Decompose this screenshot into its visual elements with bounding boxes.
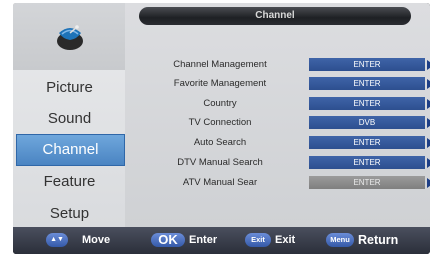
menu-row-country[interactable]: Country ENTER — [125, 94, 430, 113]
menu-row-dtv-manual-search[interactable]: DTV Manual Search ENTER — [125, 153, 430, 172]
footer-hints: ▲▼ Move OK Enter Exit Exit Menu Return — [13, 227, 430, 254]
sidebar-item-channel[interactable]: Channel — [16, 134, 125, 166]
enter-button[interactable]: ENTER — [309, 97, 425, 110]
right-arrow-icon — [427, 60, 430, 70]
sidebar-item-feature[interactable]: Feature — [16, 167, 123, 197]
right-arrow-icon — [427, 99, 430, 109]
right-arrow-icon — [427, 118, 430, 128]
enter-button[interactable]: ENTER — [309, 58, 425, 71]
sidebar-item-sound[interactable]: Sound — [16, 104, 123, 134]
right-arrow-icon — [427, 138, 430, 148]
move-hint-label: Move — [82, 234, 111, 246]
logo-area — [13, 3, 125, 70]
menu-row-channel-management[interactable]: Channel Management ENTER — [125, 55, 430, 74]
enter-hint-label: Enter — [189, 234, 218, 246]
right-arrow-icon — [427, 178, 430, 188]
menu-row-atv-manual-search[interactable]: ATV Manual Sear ENTER — [125, 173, 430, 192]
menu-row-tv-connection[interactable]: TV Connection DVB — [125, 113, 430, 132]
move-key-icon: ▲▼ — [46, 233, 68, 247]
satellite-dish-icon — [57, 25, 83, 50]
sidebar-item-picture[interactable]: Picture — [16, 73, 123, 103]
row-label: ATV Manual Sear — [182, 177, 258, 188]
exit-key-icon: Exit — [245, 233, 271, 247]
return-hint-label: Return — [358, 233, 399, 247]
sidebar: Picture Sound Channel Feature Setup — [13, 3, 125, 227]
exit-hint-label: Exit — [275, 234, 296, 246]
sidebar-item-setup[interactable]: Setup — [16, 199, 123, 229]
page-title: Channel — [139, 7, 411, 25]
row-label: Favorite Management — [173, 78, 267, 89]
enter-button-disabled[interactable]: ENTER — [309, 176, 425, 189]
main-panel: Channel Channel Management ENTER Favorit… — [125, 3, 430, 227]
enter-button[interactable]: ENTER — [309, 136, 425, 149]
row-label: TV Connection — [188, 117, 252, 128]
menu-key-icon: Menu — [326, 233, 354, 247]
row-label: DTV Manual Search — [177, 157, 263, 168]
tv-connection-value[interactable]: DVB — [309, 116, 425, 129]
ok-key-icon: OK — [151, 233, 185, 247]
enter-button[interactable]: ENTER — [309, 156, 425, 169]
menu-row-auto-search[interactable]: Auto Search ENTER — [125, 133, 430, 152]
row-label: Country — [203, 98, 237, 109]
row-label: Auto Search — [193, 137, 247, 148]
enter-button[interactable]: ENTER — [309, 77, 425, 90]
row-label: Channel Management — [173, 59, 267, 70]
right-arrow-icon — [427, 79, 430, 89]
menu-row-favorite-management[interactable]: Favorite Management ENTER — [125, 74, 430, 93]
tv-osd-window: Picture Sound Channel Feature Setup Chan… — [13, 3, 430, 254]
right-arrow-icon — [427, 158, 430, 168]
